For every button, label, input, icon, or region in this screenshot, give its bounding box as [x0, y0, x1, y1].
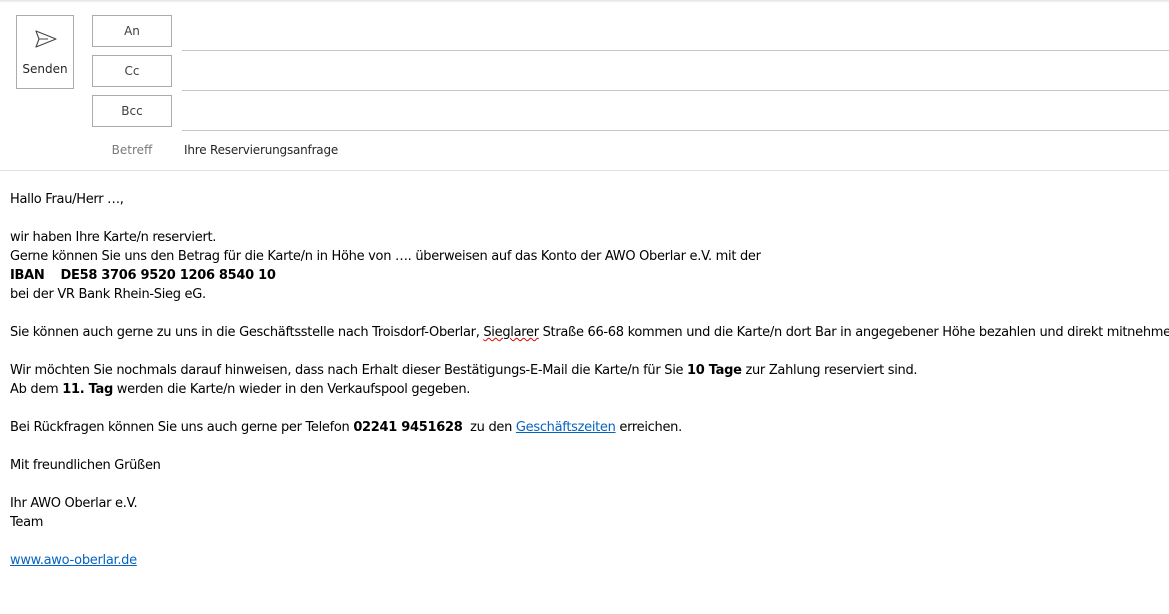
body-text: zu den [462, 420, 516, 435]
spellcheck-word[interactable]: Sieglarer [483, 325, 539, 340]
subject-label: Betreff [111, 143, 153, 157]
iban-label: IBAN [10, 268, 45, 283]
body-line: Ab dem 11. Tag werden die Karte/n wieder… [10, 380, 1165, 399]
iban-value: DE58 3706 9520 1206 8540 10 [60, 268, 276, 283]
signature-line: Team [10, 515, 44, 530]
body-text: erreichen. [615, 420, 682, 435]
bcc-button[interactable]: Bcc [92, 95, 172, 127]
body-line: wir haben Ihre Karte/n reserviert. [10, 230, 217, 245]
signature-line: Ihr AWO Oberlar e.V. [10, 496, 138, 511]
send-button[interactable]: Senden [16, 15, 74, 89]
body-line: Gerne können Sie uns den Betrag für die … [10, 249, 761, 264]
to-field[interactable] [182, 17, 1169, 51]
address-text: Straße 66-68 kommen und die Karte/n dort… [538, 325, 1169, 340]
website-link[interactable]: www.awo-oberlar.de [10, 553, 137, 568]
body-text: Ab dem [10, 382, 63, 397]
contact-line: Bei Rückfragen können Sie uns auch gerne… [10, 418, 1165, 437]
reservation-days: 10 Tage [687, 363, 742, 378]
message-body[interactable]: Hallo Frau/Herr …, wir haben Ihre Karte/… [10, 190, 1169, 570]
send-icon [35, 30, 57, 48]
body-text: Bei Rückfragen können Sie uns auch gerne… [10, 420, 354, 435]
top-shadow [0, 0, 1169, 3]
business-hours-link[interactable]: Geschäftszeiten [516, 420, 616, 435]
phone-number: 02241 9451628 [353, 420, 463, 435]
iban-line: IBAN DE58 3706 9520 1206 8540 10 [10, 266, 1165, 285]
body-text: Wir möchten Sie nochmals darauf hinweise… [10, 363, 688, 378]
bcc-field[interactable] [182, 97, 1169, 131]
body-line: Wir möchten Sie nochmals darauf hinweise… [10, 361, 1165, 380]
greeting-line: Hallo Frau/Herr …, [10, 192, 124, 207]
cc-button[interactable]: Cc [92, 55, 172, 87]
send-label: Senden [22, 62, 68, 76]
to-button[interactable]: An [92, 15, 172, 47]
address-text: Sie können auch gerne zu uns in die Gesc… [10, 325, 484, 340]
body-text: zur Zahlung reserviert sind. [741, 363, 918, 378]
closing-line: Mit freundlichen Grüßen [10, 458, 161, 473]
body-line: bei der VR Bank Rhein-Sieg eG. [10, 287, 206, 302]
address-line: Sie können auch gerne zu uns in die Gesc… [10, 323, 1169, 342]
subject-field[interactable]: Ihre Reservierungsanfrage [184, 143, 338, 157]
body-text: werden die Karte/n wieder in den Verkauf… [112, 382, 471, 397]
release-day: 11. Tag [62, 382, 113, 397]
header-divider [0, 170, 1169, 171]
cc-field[interactable] [182, 57, 1169, 91]
